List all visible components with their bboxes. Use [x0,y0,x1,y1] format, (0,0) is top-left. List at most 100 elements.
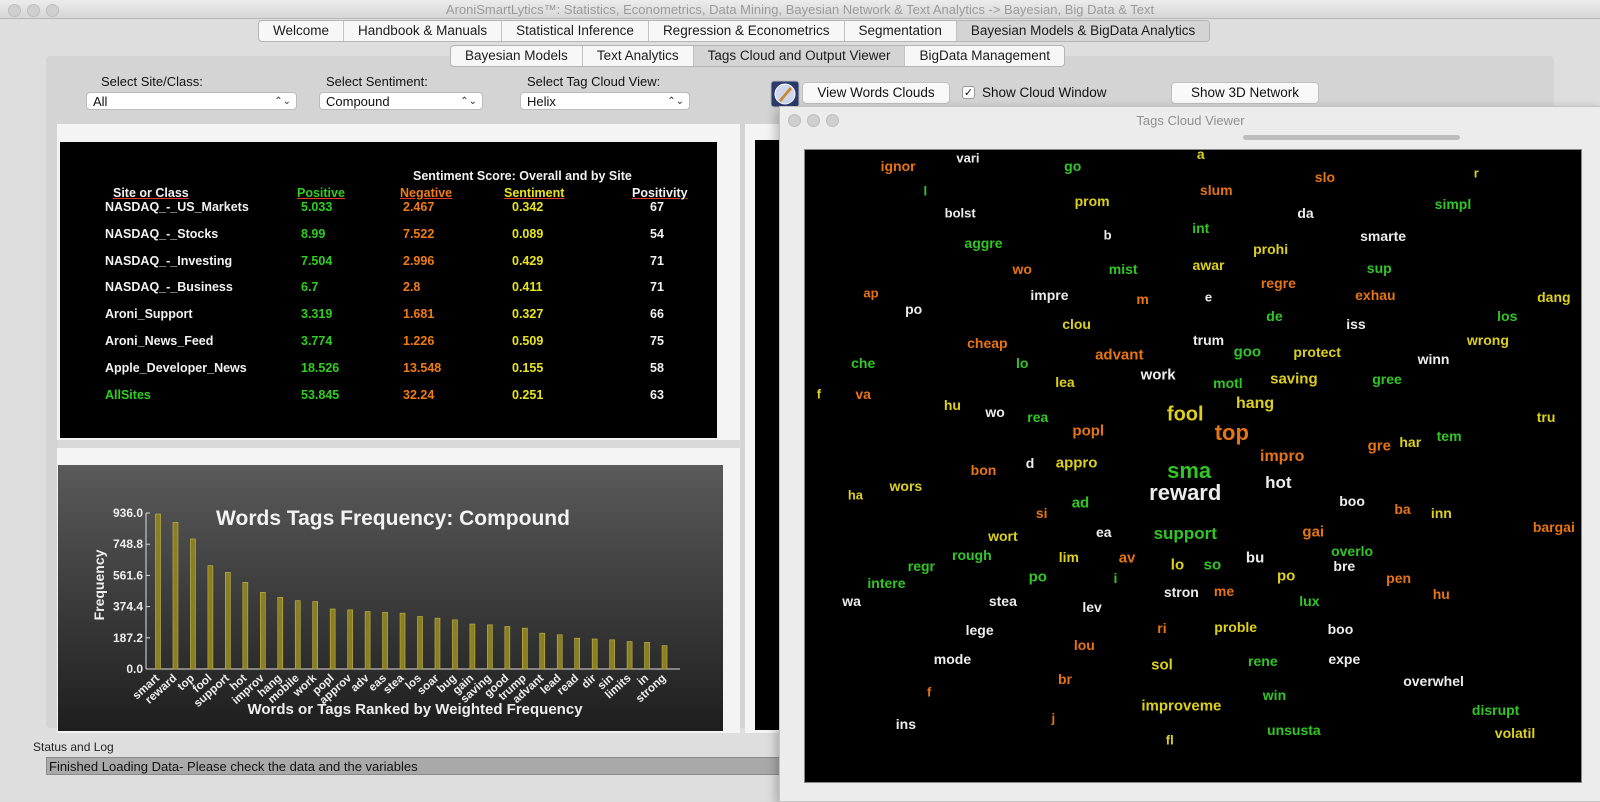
cloud-word[interactable]: fl [1166,732,1174,747]
tab-statistical-inference[interactable]: Statistical Inference [502,21,649,41]
cloud-word[interactable]: gai [1302,523,1324,540]
cloud-word[interactable]: bu [1246,550,1264,567]
cloud-word[interactable]: wo [1013,261,1032,277]
tab-regression[interactable]: Regression & Econometrics [649,21,845,41]
cloud-word[interactable]: ap [863,285,878,300]
cloud-word[interactable]: ea [1096,524,1112,540]
cloud-word[interactable]: ad [1072,494,1090,511]
cloud-word[interactable]: lo [1171,557,1184,574]
cloud-word[interactable]: rough [952,547,992,563]
cloud-word[interactable]: br [1058,671,1072,687]
cloud-word[interactable]: intere [867,575,905,591]
cloud-word[interactable]: r [1474,165,1479,180]
cloud-word[interactable]: ins [896,716,916,732]
cloud-word[interactable]: rea [1027,409,1048,425]
cloud-word[interactable]: proble [1214,619,1257,635]
cloud-word[interactable]: trum [1193,332,1224,348]
cloud-word[interactable]: cheap [967,335,1007,351]
cloud-word[interactable]: i [1113,570,1117,586]
cloud-word[interactable]: m [1136,291,1148,307]
cloud-word[interactable]: slum [1200,182,1233,198]
cloud-word[interactable]: improveme [1141,697,1221,714]
cloud-word[interactable]: support [1154,524,1217,544]
cloud-word[interactable]: si [1036,505,1048,521]
cloud-word[interactable]: av [1119,550,1136,567]
cloud-word[interactable]: po [1277,567,1295,584]
cloud-word[interactable]: da [1297,205,1313,221]
cloud-word[interactable]: ri [1157,620,1166,636]
cloud-word[interactable]: smarte [1360,228,1406,244]
cloud-word[interactable]: dang [1537,289,1570,305]
cloud-word[interactable]: d [1026,455,1035,471]
cloud-word[interactable]: che [851,355,875,371]
tab-text-analytics[interactable]: Text Analytics [583,46,694,66]
cloud-word[interactable]: wort [988,528,1018,544]
view-words-clouds-button[interactable]: View Words Clouds [802,82,950,104]
cloud-word[interactable]: fool [1167,403,1204,426]
cloud-word[interactable]: iss [1346,316,1365,332]
cloud-word[interactable]: prom [1075,193,1110,209]
cloud-word[interactable]: aggre [964,235,1002,251]
show-3d-network-button[interactable]: Show 3D Network [1171,82,1319,104]
cloud-word[interactable]: gre [1368,438,1391,455]
cloud-word[interactable]: motl [1213,375,1243,391]
tab-bigdata-management[interactable]: BigData Management [905,46,1064,66]
horizontal-scrollbar[interactable] [1243,135,1460,140]
tab-bayesian-bigdata[interactable]: Bayesian Models & BigData Analytics [956,21,1210,41]
cloud-word[interactable]: me [1214,583,1234,599]
cloud-word[interactable]: slo [1315,169,1335,185]
cloud-word[interactable]: wo [985,404,1004,420]
cloud-word[interactable]: go [1064,158,1081,174]
cloud-word[interactable]: po [905,301,922,317]
cloud-word[interactable]: boo [1328,621,1354,637]
cloud-word[interactable]: top [1215,420,1249,446]
cloud-word[interactable]: reward [1149,480,1221,506]
cloud-word[interactable]: los [1497,308,1517,324]
cloud-word[interactable]: stea [989,593,1017,609]
cloud-word[interactable]: mode [934,651,971,667]
cloud-word[interactable]: rene [1248,653,1278,669]
cloud-word[interactable]: lim [1059,549,1079,565]
cloud-word[interactable]: lea [1055,374,1074,390]
cloud-word[interactable]: gree [1372,371,1402,387]
cloud-word[interactable]: hu [944,397,961,413]
cloud-word[interactable]: f [817,386,821,401]
sentiment-select[interactable]: Compound ⌃⌄ [319,92,483,110]
cloud-word[interactable]: overlo [1331,543,1373,559]
cloud-word[interactable]: win [1263,687,1286,703]
cloud-word[interactable]: volatil [1495,725,1535,741]
cloud-word[interactable]: work [1141,366,1176,383]
cloud-word[interactable]: impre [1030,287,1068,303]
cloud-word[interactable]: bargai [1533,519,1575,535]
cloud-word[interactable]: prohi [1253,241,1288,257]
cloud-word[interactable]: exhau [1355,287,1395,303]
show-cloud-checkbox[interactable]: ✓ [962,86,975,99]
cloud-word[interactable]: goo [1234,343,1262,360]
cloud-word[interactable]: e [1205,290,1212,305]
tab-bayesian-models[interactable]: Bayesian Models [451,46,583,66]
cloud-word[interactable]: wrong [1467,332,1509,348]
cloud-word[interactable]: disrupt [1472,702,1519,718]
cloud-word[interactable]: a [1197,150,1205,162]
cloud-word[interactable]: appro [1056,455,1098,472]
cloud-word[interactable]: b [1104,227,1112,242]
cloud-word[interactable]: ha [848,488,863,503]
cloud-word[interactable]: vari [956,150,979,165]
cloud-word[interactable]: stron [1164,584,1199,600]
cloud-word[interactable]: wa [842,593,861,609]
cloud-word[interactable]: sup [1367,260,1392,276]
cloud-word[interactable]: lou [1074,637,1095,653]
cloud-word[interactable]: so [1204,557,1222,574]
cloud-word[interactable]: lux [1299,593,1319,609]
cloud-word[interactable]: winn [1418,351,1450,367]
cloud-word[interactable]: ba [1394,501,1410,517]
cloud-view-select[interactable]: Helix ⌃⌄ [520,92,690,110]
cloud-word[interactable]: bre [1333,558,1355,574]
cloud-word[interactable]: wors [890,478,923,494]
cloud-word[interactable]: pen [1386,570,1411,586]
cloud-word[interactable]: expe [1328,651,1360,667]
cloud-word[interactable]: tru [1537,409,1556,425]
cloud-word[interactable]: inn [1431,505,1452,521]
cloud-word[interactable]: int [1192,220,1209,236]
cloud-word[interactable]: impro [1260,448,1304,466]
